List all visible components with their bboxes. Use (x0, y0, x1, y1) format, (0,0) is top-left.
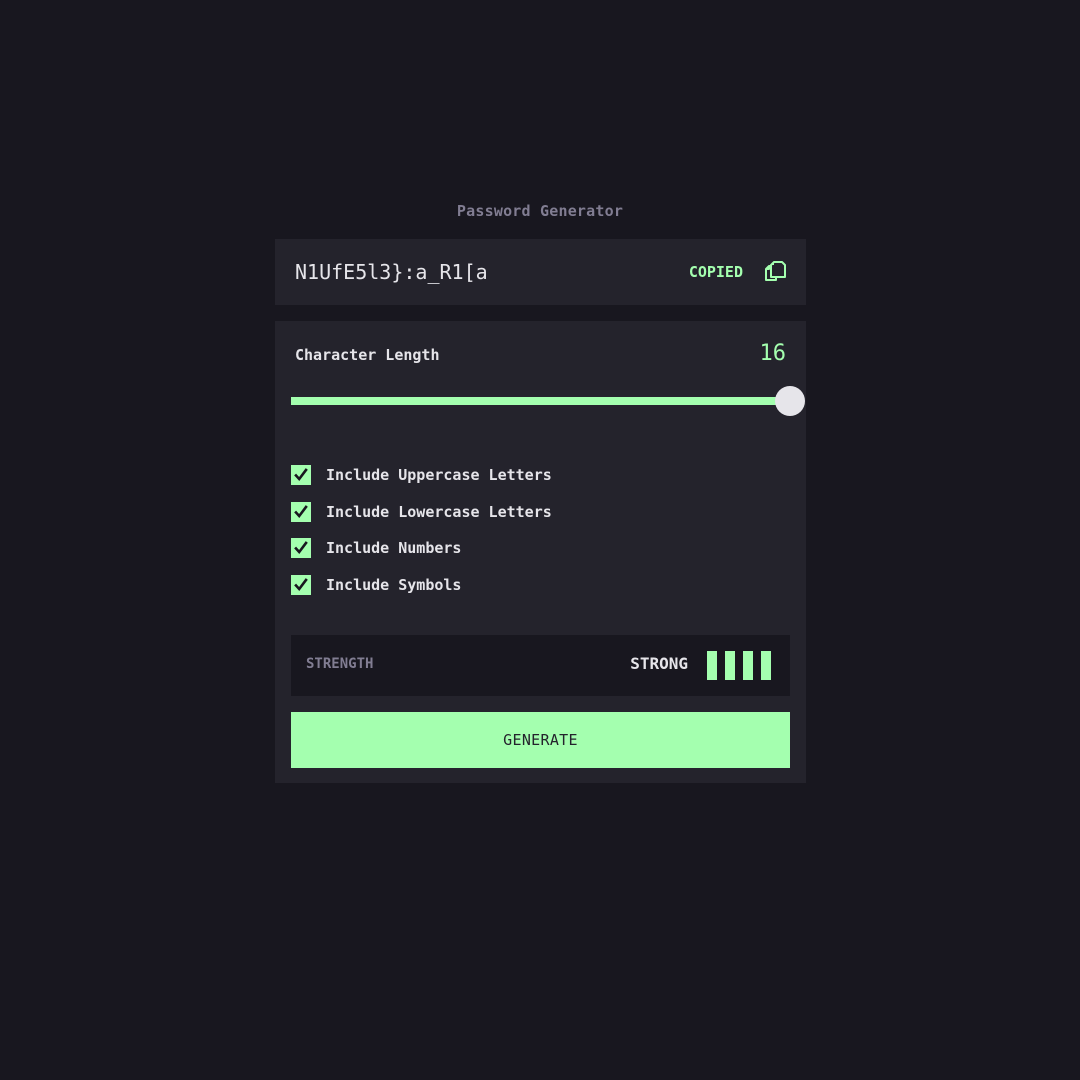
option-label: Include Uppercase Letters (326, 466, 552, 484)
strength-bar (743, 651, 753, 680)
generator-settings-panel: Character Length 16 Include Uppercase Le… (275, 321, 806, 783)
strength-label: STRENGTH (306, 656, 374, 672)
options-list: Include Uppercase Letters Include Lowerc… (291, 465, 552, 611)
strength-bar (707, 651, 717, 680)
strength-bars (707, 651, 771, 680)
checkmark-icon (294, 541, 308, 555)
copy-icon[interactable] (761, 259, 787, 285)
checkmark-icon (294, 468, 308, 482)
character-length-value: 16 (759, 341, 787, 366)
option-symbols[interactable]: Include Symbols (291, 574, 552, 595)
uppercase-checkbox[interactable] (291, 465, 311, 485)
slider-fill (291, 397, 790, 405)
option-numbers[interactable]: Include Numbers (291, 538, 552, 558)
checkmark-icon (294, 577, 308, 591)
page: Password Generator N1UfE5l3}:a_R1[a COPI… (0, 0, 1080, 1080)
slider-thumb[interactable] (775, 386, 805, 416)
strength-bar (725, 651, 735, 680)
option-lowercase[interactable]: Include Lowercase Letters (291, 501, 552, 522)
character-length-slider[interactable] (291, 386, 805, 416)
checkmark-icon (294, 504, 308, 518)
password-display: N1UfE5l3}:a_R1[a (295, 260, 488, 284)
generate-button[interactable]: GENERATE (291, 712, 790, 768)
copied-label: COPIED (688, 263, 743, 281)
symbols-checkbox[interactable] (291, 574, 311, 595)
app-title: Password Generator (456, 202, 624, 220)
character-length-label: Character Length (295, 346, 440, 364)
strength-value: STRONG (630, 654, 688, 673)
option-label: Include Lowercase Letters (326, 502, 552, 521)
option-label: Include Numbers (326, 539, 462, 557)
strength-meter: STRENGTH STRONG (291, 635, 790, 696)
strength-bar (761, 651, 771, 680)
numbers-checkbox[interactable] (291, 538, 311, 558)
option-label: Include Symbols (326, 575, 462, 594)
lowercase-checkbox[interactable] (291, 501, 311, 522)
option-uppercase[interactable]: Include Uppercase Letters (291, 465, 552, 485)
password-output-panel: N1UfE5l3}:a_R1[a COPIED (275, 239, 806, 305)
